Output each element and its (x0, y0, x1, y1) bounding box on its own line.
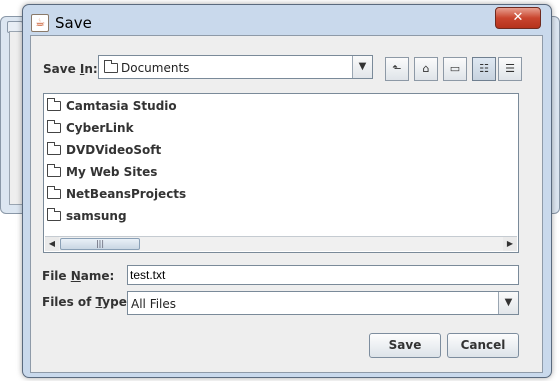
folder-icon (47, 98, 61, 111)
details-view-button[interactable]: ☰ (498, 57, 522, 81)
list-view-icon: ☷ (479, 62, 489, 75)
up-one-level-button[interactable]: ⬑ (385, 57, 409, 81)
up-one-level-icon: ⬑ (392, 62, 402, 75)
home-button[interactable]: ⌂ (414, 57, 438, 81)
list-view-button[interactable]: ☷ (472, 57, 496, 81)
new-folder-icon: ▭ (449, 62, 461, 75)
save-in-dropdown[interactable]: Documents ▼ (98, 55, 373, 79)
scrollbar-thumb[interactable]: ||| (60, 238, 140, 250)
horizontal-scrollbar[interactable]: ◀ ||| ▶ (45, 236, 517, 251)
cancel-button[interactable]: Cancel (447, 333, 519, 358)
save-in-value: Documents (121, 61, 190, 75)
folder-icon (104, 60, 118, 73)
save-in-label: Save In: (43, 62, 98, 76)
dialog-title: Save (55, 14, 92, 32)
file-type-dropdown[interactable]: All Files ▼ (127, 291, 519, 315)
folder-icon (47, 142, 61, 155)
folder-icon (47, 208, 61, 221)
new-folder-button[interactable]: ▭ (443, 57, 467, 81)
java-icon: ☕ (31, 14, 49, 32)
save-dialog: ☕ Save ✕ Save In: Documents ▼ ⬑ ⌂ ▭ ☷ ☰ … (22, 4, 552, 378)
save-button[interactable]: Save (369, 333, 441, 358)
folder-icon (47, 186, 61, 199)
folder-icon (47, 164, 61, 177)
file-name-input[interactable]: test.txt (127, 265, 519, 285)
scroll-left-icon[interactable]: ◀ (45, 237, 59, 251)
title-bar[interactable]: ☕ Save ✕ (23, 5, 551, 39)
file-list[interactable]: Camtasia Studio CyberLink DVDVideoSoft M… (43, 93, 519, 253)
home-icon: ⌂ (422, 62, 430, 75)
chevron-down-icon[interactable]: ▼ (498, 292, 518, 314)
details-view-icon: ☰ (505, 62, 515, 75)
file-name-label: File Name: (42, 269, 115, 283)
chevron-down-icon[interactable]: ▼ (352, 56, 372, 78)
folder-icon (47, 120, 61, 133)
scroll-right-icon[interactable]: ▶ (503, 237, 517, 251)
close-button[interactable]: ✕ (495, 7, 541, 29)
file-type-label: Files of Type: (42, 295, 132, 309)
file-type-value: All Files (131, 297, 177, 311)
